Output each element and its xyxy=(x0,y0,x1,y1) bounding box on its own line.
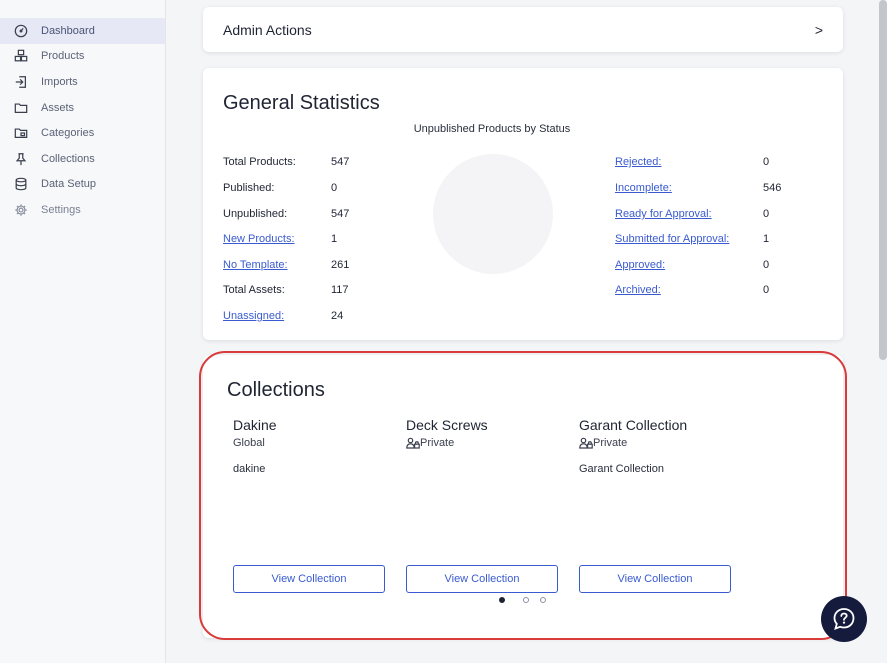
rejected-link[interactable]: Rejected: xyxy=(615,156,661,168)
collection-visibility: Global xyxy=(233,437,393,449)
approved-link[interactable]: Approved: xyxy=(615,259,665,271)
stat-value: 261 xyxy=(331,259,350,271)
imports-icon xyxy=(13,74,29,90)
sidebar-item-label: Categories xyxy=(41,127,95,140)
view-collection-button[interactable]: View Collection xyxy=(406,565,558,593)
chart-title: Unpublished Products by Status xyxy=(203,123,781,135)
visibility-label: Private xyxy=(420,437,455,449)
stat-label: Total Assets: xyxy=(223,284,285,296)
sidebar-item-dashboard[interactable]: Dashboard xyxy=(0,18,165,44)
sidebar-item-label: Settings xyxy=(41,203,81,216)
view-collection-button[interactable]: View Collection xyxy=(579,565,731,593)
archived-link[interactable]: Archived: xyxy=(615,284,661,296)
collections-card: Collections Dakine Global dakine Deck Sc… xyxy=(203,355,843,638)
chart-title-text: Unpublished Products by Status xyxy=(413,123,571,135)
collection-description: dakine xyxy=(233,463,266,475)
products-icon xyxy=(13,48,29,64)
stat-value: 547 xyxy=(331,208,350,220)
stat-label: Published: xyxy=(223,182,275,194)
help-chat-icon xyxy=(833,608,855,630)
stat-value: 1 xyxy=(331,233,338,245)
stat-value: 117 xyxy=(331,284,349,296)
private-users-icon xyxy=(579,437,593,449)
stat-value: 547 xyxy=(331,156,350,168)
view-collection-button[interactable]: View Collection xyxy=(233,565,385,593)
visibility-label: Global xyxy=(233,437,265,449)
stat-value: 0 xyxy=(763,156,770,168)
sidebar-item-label: Data Setup xyxy=(41,178,97,191)
sidebar-item-collections[interactable]: Collections xyxy=(0,146,165,172)
sidebar: Dashboard Products Imports Assets Catego… xyxy=(0,0,166,663)
sidebar-item-categories[interactable]: Categories xyxy=(0,120,165,146)
database-icon xyxy=(13,176,29,192)
general-statistics-title: General Statistics xyxy=(223,92,380,114)
sidebar-item-settings[interactable]: Settings xyxy=(0,197,165,223)
collection-description: Garant Collection xyxy=(579,463,664,475)
new-products-link[interactable]: New Products: xyxy=(223,233,295,245)
carousel-dot-active[interactable] xyxy=(499,597,505,603)
sidebar-item-label: Products xyxy=(41,50,85,63)
sidebar-item-label: Dashboard xyxy=(41,24,95,37)
gear-icon xyxy=(13,202,29,218)
collection-name: Deck Screws xyxy=(406,417,488,433)
admin-actions-title: Admin Actions xyxy=(223,21,312,38)
folder-icon xyxy=(13,100,29,116)
categories-icon xyxy=(13,125,29,141)
sidebar-item-assets[interactable]: Assets xyxy=(0,95,165,121)
pin-icon xyxy=(13,151,29,167)
collection-name: Garant Collection xyxy=(579,417,688,433)
admin-actions-card[interactable]: Admin Actions > xyxy=(203,7,843,52)
sidebar-item-products[interactable]: Products xyxy=(0,44,165,70)
scrollbar[interactable] xyxy=(879,0,887,360)
collection-visibility: Private xyxy=(579,437,739,449)
visibility-label: Private xyxy=(593,437,628,449)
chevron-right-icon[interactable]: > xyxy=(815,22,823,38)
general-statistics-card: General Statistics Unpublished Products … xyxy=(203,68,843,340)
carousel-dot[interactable] xyxy=(540,597,546,603)
stat-value: 546 xyxy=(763,182,782,194)
sidebar-item-imports[interactable]: Imports xyxy=(0,69,165,95)
collection-name: Dakine xyxy=(233,417,277,433)
carousel-dot[interactable] xyxy=(523,597,529,603)
collection-item-dakine: Dakine Global xyxy=(233,417,393,449)
collection-item-garant: Garant Collection Private xyxy=(579,417,739,449)
stat-value: 0 xyxy=(763,284,770,296)
dashboard-icon xyxy=(13,23,29,39)
stat-value: 24 xyxy=(331,310,344,322)
stat-value: 0 xyxy=(763,259,770,271)
submitted-for-approval-link[interactable]: Submitted for Approval: xyxy=(615,233,729,245)
no-template-link[interactable]: No Template: xyxy=(223,259,288,271)
help-chat-button[interactable] xyxy=(821,596,867,642)
collection-item-deck-screws: Deck Screws Private xyxy=(406,417,566,449)
sidebar-item-data-setup[interactable]: Data Setup xyxy=(0,172,165,198)
sidebar-item-label: Collections xyxy=(41,152,95,165)
unassigned-link[interactable]: Unassigned: xyxy=(223,310,284,322)
stat-value: 1 xyxy=(763,233,770,245)
sidebar-item-label: Assets xyxy=(41,101,75,114)
collection-visibility: Private xyxy=(406,437,566,449)
collections-title: Collections xyxy=(227,379,325,401)
stat-label: Unpublished: xyxy=(223,208,288,220)
stat-value: 0 xyxy=(331,182,338,194)
sidebar-item-label: Imports xyxy=(41,75,78,88)
private-users-icon xyxy=(406,437,420,449)
stat-label: Total Products: xyxy=(223,156,296,168)
stat-value: 0 xyxy=(763,208,770,220)
ready-for-approval-link[interactable]: Ready for Approval: xyxy=(615,208,712,220)
incomplete-link[interactable]: Incomplete: xyxy=(615,182,672,194)
status-pie-chart xyxy=(433,154,553,274)
